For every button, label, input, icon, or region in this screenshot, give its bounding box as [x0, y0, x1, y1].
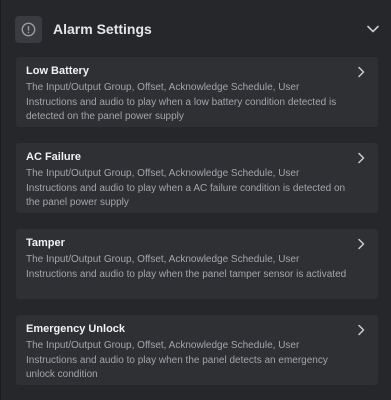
alarm-item-low-battery[interactable]: Low Battery The Input/Output Group, Offs…	[16, 57, 378, 127]
alarm-description: The Input/Output Group, Offset, Acknowle…	[26, 82, 337, 122]
alarm-title: Tamper	[26, 237, 65, 249]
chevron-down-icon[interactable]	[366, 22, 380, 36]
chevron-right-icon	[358, 66, 365, 78]
alarm-item-emergency-unlock[interactable]: Emergency Unlock The Input/Output Group,…	[16, 315, 378, 385]
alarm-description: The Input/Output Group, Offset, Acknowle…	[26, 340, 328, 380]
alarm-item-ac-failure[interactable]: AC Failure The Input/Output Group, Offse…	[16, 143, 378, 213]
chevron-right-icon	[358, 238, 365, 250]
alarm-title: Emergency Unlock	[26, 323, 126, 335]
chevron-right-icon	[358, 324, 365, 336]
alarm-item-tamper[interactable]: Tamper The Input/Output Group, Offset, A…	[16, 229, 378, 299]
alarm-title: Low Battery	[26, 65, 89, 77]
alarm-title: AC Failure	[26, 151, 82, 163]
alarm-settings-panel: Alarm Settings Low Battery The Input/Out…	[0, 0, 391, 400]
alert-circle-icon	[15, 16, 42, 43]
page-title: Alarm Settings	[53, 21, 152, 37]
alarm-settings-header[interactable]: Alarm Settings	[1, 0, 391, 58]
alarm-list: Low Battery The Input/Output Group, Offs…	[16, 57, 378, 400]
alarm-description: The Input/Output Group, Offset, Acknowle…	[26, 168, 346, 208]
alarm-description: The Input/Output Group, Offset, Acknowle…	[26, 254, 347, 280]
chevron-right-icon	[358, 152, 365, 164]
